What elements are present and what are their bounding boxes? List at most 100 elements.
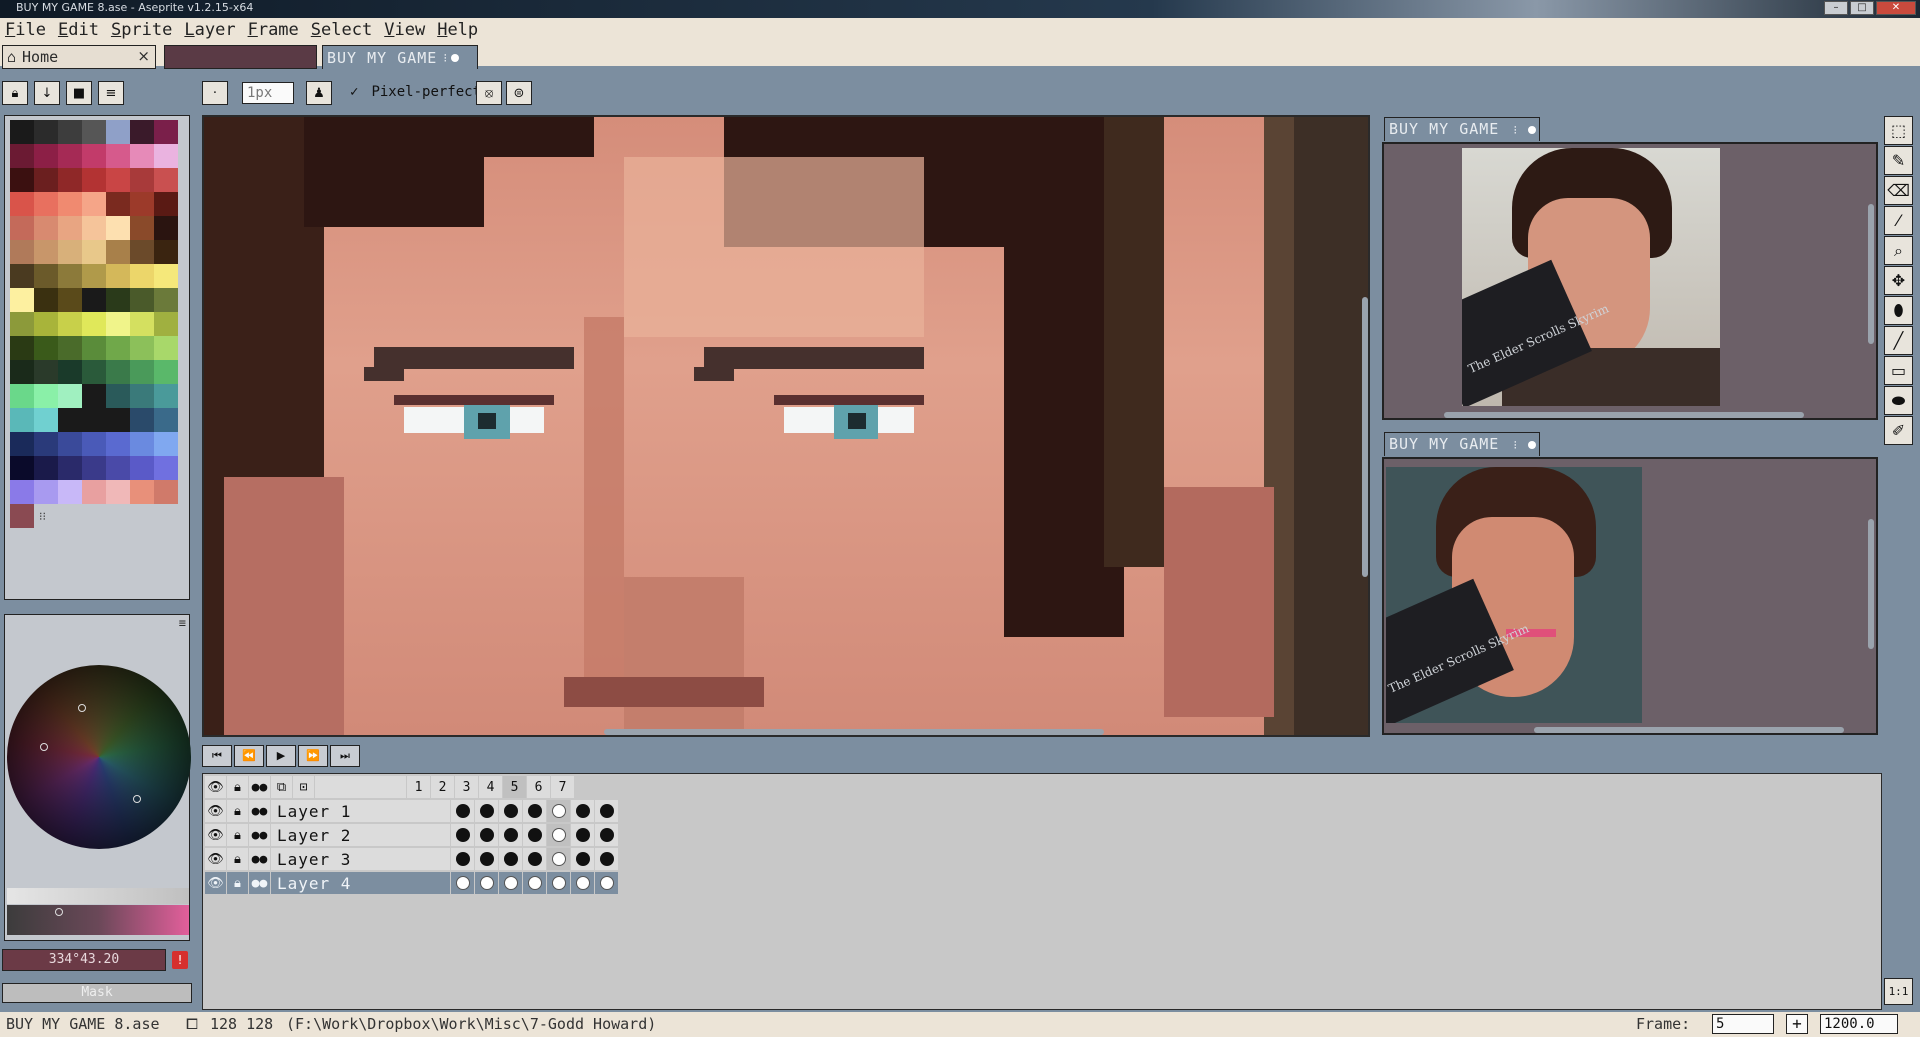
cel[interactable] bbox=[571, 800, 595, 822]
rect-marquee-tool-button[interactable]: ⬚ bbox=[1884, 116, 1913, 145]
palette-swatch[interactable] bbox=[154, 192, 178, 216]
palette-swatch[interactable] bbox=[58, 456, 82, 480]
ink-button[interactable]: ♟ bbox=[306, 81, 332, 105]
palette-swatch[interactable] bbox=[58, 408, 82, 432]
palette-swatch[interactable] bbox=[58, 264, 82, 288]
palette-swatch[interactable] bbox=[106, 264, 130, 288]
palette-swatch[interactable] bbox=[130, 168, 154, 192]
layer-lock-icon[interactable]: 🔒︎ bbox=[227, 848, 249, 870]
palette-swatch[interactable] bbox=[154, 432, 178, 456]
palette-swatch[interactable] bbox=[10, 144, 34, 168]
last-frame-button[interactable]: ⏭ bbox=[330, 745, 360, 767]
cel[interactable] bbox=[475, 848, 499, 870]
palette-swatch[interactable] bbox=[10, 216, 34, 240]
layer-row[interactable]: 👁︎ 🔒︎ ●● Layer 2 bbox=[205, 824, 619, 846]
canvas-scrollbar-vertical[interactable] bbox=[1362, 297, 1368, 577]
palette-swatch[interactable] bbox=[10, 504, 34, 528]
palette-swatch[interactable] bbox=[34, 456, 58, 480]
palette-swatch[interactable] bbox=[106, 432, 130, 456]
menu-frame[interactable]: Frame bbox=[245, 20, 308, 40]
palette-swatch[interactable] bbox=[154, 384, 178, 408]
palette-swatch[interactable] bbox=[130, 360, 154, 384]
tab-home-close-icon[interactable]: × bbox=[137, 47, 150, 65]
palette-swatch[interactable] bbox=[34, 312, 58, 336]
cel[interactable] bbox=[595, 800, 619, 822]
palette-swatch[interactable] bbox=[34, 384, 58, 408]
cel[interactable] bbox=[499, 848, 523, 870]
pixel-perfect-toggle[interactable]: ✓ Pixel-perfect bbox=[350, 84, 481, 100]
minimize-button[interactable]: – bbox=[1824, 1, 1848, 15]
previous-frame-button[interactable]: ⏪ bbox=[234, 745, 264, 767]
palette-swatch[interactable] bbox=[130, 408, 154, 432]
palette-swatch[interactable] bbox=[154, 408, 178, 432]
menu-help[interactable]: Help bbox=[434, 20, 487, 40]
frame-header[interactable]: 5 bbox=[503, 776, 527, 798]
play-button[interactable]: ▶ bbox=[266, 745, 296, 767]
palette-swatch[interactable] bbox=[130, 480, 154, 504]
symmetry-options-button[interactable]: ⊜ bbox=[506, 81, 532, 105]
tab-buy-my-game[interactable]: BUY MY GAME ⁝ bbox=[322, 45, 478, 69]
first-frame-button[interactable]: ⏮ bbox=[202, 745, 232, 767]
palette-swatch[interactable] bbox=[106, 360, 130, 384]
tab-home[interactable]: ⌂ Home × bbox=[2, 45, 156, 69]
cel[interactable] bbox=[475, 800, 499, 822]
cel[interactable] bbox=[451, 872, 475, 894]
palette-swatch[interactable] bbox=[10, 288, 34, 312]
wheel-marker[interactable] bbox=[40, 743, 48, 751]
palette-swatch[interactable] bbox=[130, 216, 154, 240]
palette-menu-button[interactable]: ≡ bbox=[98, 81, 124, 105]
palette-swatch[interactable] bbox=[82, 408, 106, 432]
palette-swatch[interactable] bbox=[82, 144, 106, 168]
zoom-fit-button[interactable]: 1:1 bbox=[1884, 978, 1913, 1005]
layer-mode-icon[interactable]: ⊡ bbox=[293, 776, 315, 798]
palette-swatch[interactable] bbox=[34, 408, 58, 432]
frame-input[interactable]: 5 bbox=[1712, 1014, 1774, 1034]
palette-swatch[interactable] bbox=[154, 240, 178, 264]
close-window-button[interactable]: ✕ bbox=[1876, 1, 1916, 15]
frame-header[interactable]: 3 bbox=[455, 776, 479, 798]
cel[interactable] bbox=[595, 872, 619, 894]
cel[interactable] bbox=[595, 824, 619, 846]
shade-bar[interactable] bbox=[7, 905, 189, 935]
cel[interactable] bbox=[499, 800, 523, 822]
palette-swatch[interactable] bbox=[154, 288, 178, 312]
palette-swatch[interactable] bbox=[106, 192, 130, 216]
layer-continuous-icon[interactable]: ●● bbox=[249, 872, 271, 894]
palette-swatch[interactable] bbox=[130, 384, 154, 408]
preview-scrollbar-vertical[interactable] bbox=[1868, 519, 1874, 649]
palette-swatch[interactable] bbox=[10, 360, 34, 384]
palette-swatch[interactable] bbox=[34, 264, 58, 288]
download-button[interactable]: ↓ bbox=[34, 81, 60, 105]
menu-edit[interactable]: Edit bbox=[55, 20, 108, 40]
cel[interactable] bbox=[571, 872, 595, 894]
palette-swatch[interactable] bbox=[106, 384, 130, 408]
palette-swatch[interactable] bbox=[10, 480, 34, 504]
palette-swatch[interactable] bbox=[10, 240, 34, 264]
frame-header[interactable]: 2 bbox=[431, 776, 455, 798]
palette-swatch[interactable] bbox=[34, 144, 58, 168]
cel[interactable] bbox=[451, 848, 475, 870]
palette-swatch[interactable] bbox=[106, 480, 130, 504]
contour-tool-button[interactable]: ⬬ bbox=[1884, 386, 1913, 415]
palette-swatch[interactable] bbox=[34, 480, 58, 504]
palette-swatch[interactable] bbox=[34, 288, 58, 312]
palette-swatch[interactable] bbox=[34, 432, 58, 456]
eraser-tool-button[interactable]: ⌫ bbox=[1884, 176, 1913, 205]
palette-swatch[interactable] bbox=[82, 336, 106, 360]
palette-swatch[interactable] bbox=[154, 480, 178, 504]
palette-swatch[interactable] bbox=[34, 192, 58, 216]
preview-title[interactable]: BUY MY GAME ⁝ bbox=[1384, 432, 1540, 456]
palette-swatch[interactable] bbox=[34, 360, 58, 384]
palette-swatch[interactable] bbox=[10, 120, 34, 144]
preview-options-icon[interactable]: ⁝ bbox=[1513, 438, 1518, 452]
palette-swatch[interactable] bbox=[34, 216, 58, 240]
sprite-editor[interactable] bbox=[202, 115, 1370, 737]
palette-swatch[interactable] bbox=[82, 456, 106, 480]
palette-swatch[interactable] bbox=[82, 264, 106, 288]
palette-swatch[interactable] bbox=[10, 408, 34, 432]
palette-swatch[interactable] bbox=[58, 288, 82, 312]
menu-select[interactable]: Select bbox=[308, 20, 381, 40]
cel[interactable] bbox=[571, 848, 595, 870]
palette-swatch[interactable] bbox=[10, 384, 34, 408]
preview-scrollbar-horizontal[interactable] bbox=[1444, 412, 1804, 418]
